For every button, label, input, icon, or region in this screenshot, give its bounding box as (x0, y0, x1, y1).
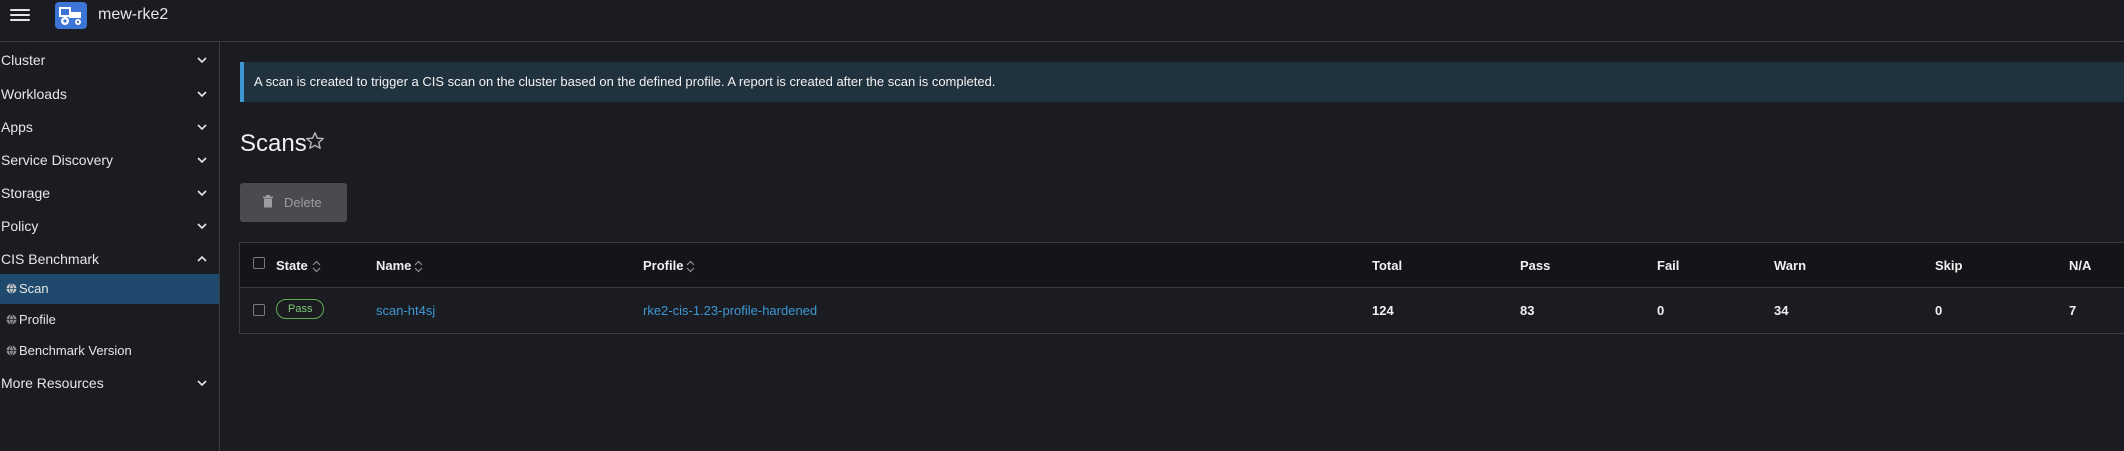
nav-item-label: Scan (19, 281, 49, 296)
trash-icon (263, 195, 273, 208)
info-banner: A scan is created to trigger a CIS scan … (240, 62, 2124, 102)
star-icon[interactable] (305, 131, 325, 151)
page-title: Scans (240, 130, 307, 157)
column-header-skip: Skip (1935, 258, 1963, 273)
column-header-pass: Pass (1520, 258, 1551, 273)
nav-group-policy[interactable]: Policy (0, 210, 219, 242)
scans-table: State Name Profile Total Pass Fail Warn … (239, 242, 2124, 334)
globe-icon (6, 345, 17, 356)
nav-group-workloads[interactable]: Workloads (0, 78, 219, 110)
nav-group-label: Storage (1, 185, 51, 201)
chevron-down-icon (197, 91, 207, 98)
skip-value: 0 (1935, 303, 1943, 318)
column-header-profile[interactable]: Profile (643, 258, 683, 273)
nav-group-label: Policy (1, 218, 39, 234)
globe-icon (6, 283, 17, 294)
status-badge: Pass (276, 299, 325, 319)
cluster-name: mew-rke2 (98, 6, 169, 23)
chevron-up-icon (197, 255, 207, 262)
chevron-down-icon (197, 57, 207, 64)
nav-item-profile[interactable]: Profile (0, 305, 219, 335)
hamburger-menu-icon[interactable] (10, 7, 30, 27)
select-all-checkbox[interactable] (253, 257, 265, 269)
info-banner-text: A scan is created to trigger a CIS scan … (254, 74, 996, 89)
nav-group-apps[interactable]: Apps (0, 111, 219, 143)
nav-group-label: CIS Benchmark (1, 251, 100, 267)
nav-group-label: More Resources (1, 375, 104, 391)
chevron-down-icon (197, 124, 207, 131)
fail-value: 0 (1657, 303, 1665, 318)
chevron-down-icon (197, 223, 207, 230)
profile-link[interactable]: rke2-cis-1.23-profile-hardened (643, 303, 817, 318)
nav-group-cis-benchmark[interactable]: CIS Benchmark (0, 243, 219, 275)
sidebar: Cluster Workloads Apps Service Discovery… (0, 42, 220, 451)
column-header-na: N/A (2069, 258, 2092, 273)
column-header-state[interactable]: State (276, 258, 308, 273)
chevron-down-icon (197, 190, 207, 197)
row-checkbox[interactable] (253, 304, 265, 316)
column-header-name[interactable]: Name (376, 258, 411, 273)
sort-icon[interactable] (686, 260, 695, 273)
warn-value: 34 (1774, 303, 1789, 318)
delete-button-label: Delete (284, 195, 322, 210)
nav-group-storage[interactable]: Storage (0, 177, 219, 209)
top-header: mew-rke2 (0, 0, 2124, 42)
column-header-fail: Fail (1657, 258, 1680, 273)
cluster-logo-icon[interactable] (55, 2, 87, 29)
sort-icon[interactable] (414, 260, 423, 273)
nav-group-service-discovery[interactable]: Service Discovery (0, 144, 219, 176)
nav-group-label: Service Discovery (1, 152, 114, 168)
globe-icon (6, 314, 17, 325)
pass-value: 83 (1520, 303, 1535, 318)
nav-group-more-resources[interactable]: More Resources (0, 367, 219, 399)
nav-item-scan[interactable]: Scan (0, 274, 219, 304)
nav-group-label: Apps (1, 119, 33, 135)
table-row[interactable]: Pass scan-ht4sj rke2-cis-1.23-profile-ha… (240, 288, 2124, 333)
nav-group-label: Cluster (1, 52, 46, 68)
chevron-down-icon (197, 380, 207, 387)
nav-item-label: Benchmark Version (19, 343, 132, 358)
scan-name-link[interactable]: scan-ht4sj (376, 303, 435, 318)
table-header: State Name Profile Total Pass Fail Warn … (240, 243, 2124, 288)
column-header-total: Total (1372, 258, 1403, 273)
nav-group-label: Workloads (1, 86, 67, 102)
sort-icon[interactable] (312, 260, 321, 273)
nav-item-label: Profile (19, 312, 56, 327)
na-value: 7 (2069, 303, 2077, 318)
total-value: 124 (1372, 303, 1394, 318)
delete-button[interactable]: Delete (240, 183, 347, 222)
column-header-warn: Warn (1774, 258, 1807, 273)
chevron-down-icon (197, 157, 207, 164)
nav-item-benchmark-version[interactable]: Benchmark Version (0, 336, 219, 366)
nav-group-cluster[interactable]: Cluster (0, 44, 219, 76)
